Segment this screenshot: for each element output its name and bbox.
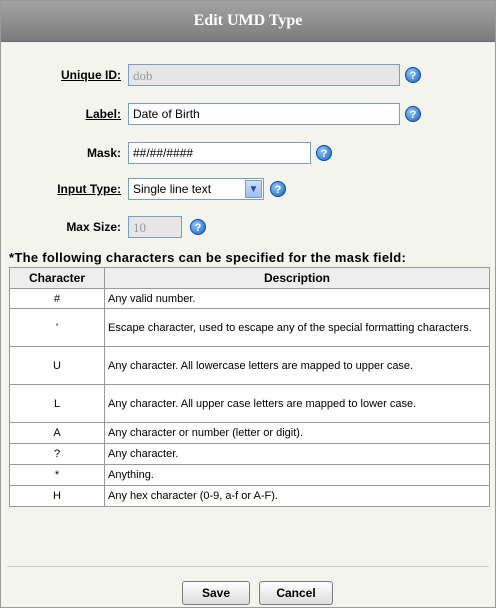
input-type-value: Single line text (133, 182, 212, 196)
label-label: Label: (85, 107, 121, 121)
table-header-row: Character Description (9, 267, 490, 289)
mask-characters-table: Character Description # Any valid number… (9, 267, 490, 507)
header-character: Character (9, 267, 105, 289)
mask-help-caption: *The following characters can be specifi… (9, 250, 407, 265)
description-cell: Escape character, used to escape any of … (104, 308, 490, 347)
cancel-button[interactable]: Cancel (259, 581, 333, 605)
table-row: L Any character. All upper case letters … (9, 384, 490, 423)
mask-field[interactable]: ##/##/#### (128, 142, 311, 164)
table-row: ? Any character. (9, 443, 490, 465)
edit-umd-type-dialog: Edit UMD Type Unique ID: dob ? Label: Da… (0, 0, 496, 608)
unique-id-help-icon[interactable]: ? (405, 67, 421, 83)
description-cell: Any character or number (letter or digit… (104, 422, 490, 444)
unique-id-field: dob (128, 64, 400, 86)
character-cell: # (9, 288, 105, 309)
description-cell: Any character. All lowercase letters are… (104, 346, 490, 385)
input-type-help-icon[interactable]: ? (270, 181, 286, 197)
label-field[interactable]: Date of Birth (128, 103, 400, 125)
input-type-label: Input Type: (57, 182, 121, 196)
dialog-title: Edit UMD Type (193, 12, 303, 29)
description-cell: Anything. (104, 464, 490, 486)
label-help-icon[interactable]: ? (405, 106, 421, 122)
character-cell: U (9, 346, 105, 385)
character-cell: ' (9, 308, 105, 347)
mask-help-icon[interactable]: ? (316, 145, 332, 161)
mask-label: Mask: (86, 146, 121, 160)
character-cell: L (9, 384, 105, 423)
dialog-titlebar: Edit UMD Type (1, 1, 495, 42)
unique-id-label: Unique ID: (61, 68, 121, 82)
character-cell: ? (9, 443, 105, 465)
table-row: # Any valid number. (9, 288, 490, 309)
max-size-help-icon[interactable]: ? (190, 219, 206, 235)
table-row: ' Escape character, used to escape any o… (9, 308, 490, 347)
table-row: U Any character. All lowercase letters a… (9, 346, 490, 385)
header-description: Description (104, 267, 490, 289)
description-cell: Any valid number. (104, 288, 490, 309)
chevron-down-icon[interactable]: ▼ (245, 180, 262, 198)
max-size-label: Max Size: (66, 220, 121, 234)
save-button[interactable]: Save (182, 581, 250, 605)
table-row: H Any hex character (0-9, a-f or A-F). (9, 485, 490, 507)
description-cell: Any hex character (0-9, a-f or A-F). (104, 485, 490, 507)
character-cell: A (9, 422, 105, 444)
description-cell: Any character. All upper case letters ar… (104, 384, 490, 423)
table-row: A Any character or number (letter or dig… (9, 422, 490, 444)
character-cell: * (9, 464, 105, 486)
max-size-field: 10 (128, 216, 182, 238)
character-cell: H (9, 485, 105, 507)
description-cell: Any character. (104, 443, 490, 465)
table-row: * Anything. (9, 464, 490, 486)
button-divider (7, 566, 489, 567)
input-type-select[interactable]: Single line text ▼ (128, 178, 264, 200)
